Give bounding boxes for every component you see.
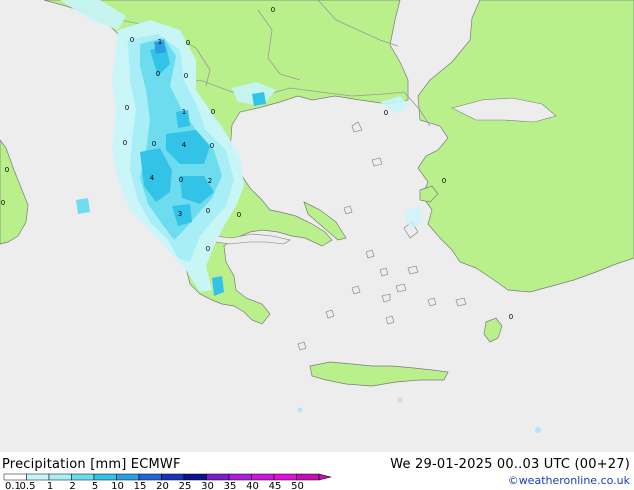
legend-tick-label: 1 xyxy=(47,481,53,490)
map-label: 0 xyxy=(152,140,156,148)
map-label: 1 xyxy=(182,108,186,116)
map-title: Precipitation [mm] ECMWF xyxy=(2,457,181,472)
legend-tick-label: 45 xyxy=(269,481,282,490)
legend-swatches xyxy=(3,473,332,481)
legend-swatch xyxy=(296,473,320,481)
legend-tick-label: 0.5 xyxy=(20,481,36,490)
map-label: 0 xyxy=(186,39,190,47)
map-label: 0 xyxy=(211,108,215,116)
credit-link[interactable]: ©weatheronline.co.uk xyxy=(508,474,630,487)
map-label: 2 xyxy=(208,177,212,185)
map-label: 0 xyxy=(184,72,188,80)
map-label: 0 xyxy=(206,207,210,215)
legend-swatch xyxy=(48,473,72,481)
map-label: 0 xyxy=(509,313,513,321)
map-label: 0 xyxy=(156,70,160,78)
map-label: 3 xyxy=(178,210,182,218)
map-label: 0 xyxy=(210,142,214,150)
legend-swatch xyxy=(228,473,252,481)
map-label: 4 xyxy=(182,141,187,149)
legend-swatch xyxy=(116,473,140,481)
legend-tick-labels: 0.10.5 1 2 5 10 15 20 25 30 35 40 45 50 xyxy=(5,481,304,490)
legend-tick-label: 30 xyxy=(201,481,214,490)
map-label: 0 xyxy=(442,177,446,185)
legend-tick-label: 10 xyxy=(111,481,124,490)
map-label: 0 xyxy=(5,166,9,174)
legend-tick-label: 40 xyxy=(246,481,259,490)
map-timestamp: We 29-01-2025 00..03 UTC (00+27) xyxy=(390,457,630,472)
legend-tick-label: 2 xyxy=(69,481,75,490)
map-label: 0 xyxy=(1,199,5,207)
legend-tick-label: 15 xyxy=(134,481,147,490)
legend-tick-label: 35 xyxy=(224,481,237,490)
legend-swatch xyxy=(26,473,50,481)
legend-swatch xyxy=(273,473,297,481)
legend-swatch xyxy=(3,473,27,481)
map-label: 0 xyxy=(123,139,127,147)
map-label: 0 xyxy=(125,104,129,112)
legend-tick-label: 50 xyxy=(291,481,304,490)
map-label: 1 xyxy=(158,38,162,46)
map-label: 0 xyxy=(271,6,275,14)
legend-swatch xyxy=(71,473,95,481)
map-label: 4 xyxy=(150,174,155,182)
map-label: 0 xyxy=(237,211,241,219)
legend-swatch xyxy=(138,473,162,481)
legend-tick-label: 25 xyxy=(179,481,192,490)
precipitation-legend: 0.10.5 1 2 5 10 15 20 25 30 35 40 45 50 xyxy=(3,473,332,490)
legend-tick-label: 0.1 xyxy=(5,481,21,490)
legend-arrow xyxy=(318,473,332,481)
legend-tick-label: 20 xyxy=(156,481,169,490)
map-label: 0 xyxy=(384,109,388,117)
map-label: 0 xyxy=(130,36,134,44)
legend-tick-label: 5 xyxy=(92,481,98,490)
precipitation-map: 0 0 1 0 0 0 0 0 1 0 0 4 0 0 0 4 0 2 3 0 … xyxy=(0,0,634,452)
map-footer: Precipitation [mm] ECMWF We 29-01-2025 0… xyxy=(0,452,634,490)
legend-swatch xyxy=(206,473,230,481)
legend-swatch xyxy=(161,473,185,481)
legend-swatch xyxy=(93,473,117,481)
map-label: 0 xyxy=(206,245,210,253)
legend-swatch xyxy=(251,473,275,481)
map-label: 0 xyxy=(179,176,183,184)
legend-swatch xyxy=(183,473,207,481)
